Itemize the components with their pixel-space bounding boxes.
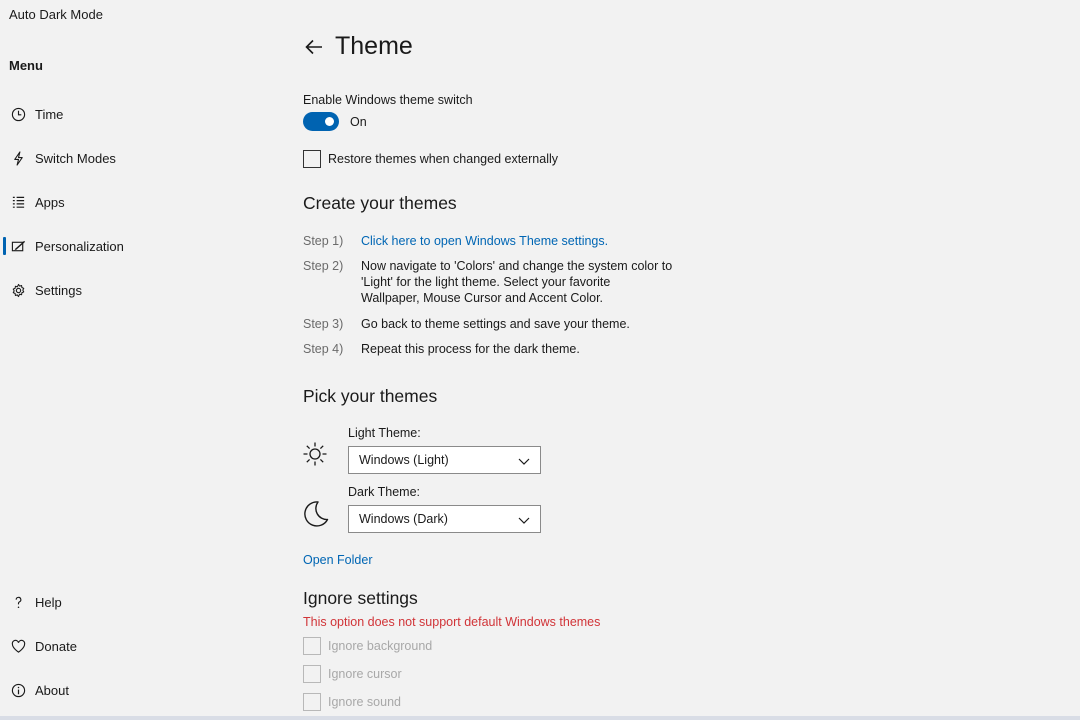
open-folder-link[interactable]: Open Folder <box>303 553 372 567</box>
info-icon <box>9 681 27 699</box>
clock-icon <box>9 105 27 123</box>
back-arrow-icon[interactable] <box>303 36 325 58</box>
ignore-cursor-label: Ignore cursor <box>328 667 402 681</box>
step-2-line: Now navigate to 'Colors' and change the … <box>361 259 673 273</box>
toggle-state-text: On <box>350 115 367 129</box>
question-icon <box>9 593 27 611</box>
step-label: Step 3) <box>303 317 344 331</box>
sidebar-item-personalization[interactable]: Personalization <box>0 228 260 264</box>
light-theme-value: Windows (Light) <box>359 453 449 467</box>
ignore-sound-label: Ignore sound <box>328 695 401 709</box>
step-4-text: Repeat this process for the dark theme. <box>361 342 580 356</box>
restore-themes-label: Restore themes when changed externally <box>328 152 558 166</box>
light-theme-label: Light Theme: <box>348 426 421 440</box>
ignore-background-label: Ignore background <box>328 639 433 653</box>
ignore-warning-text: This option does not support default Win… <box>303 615 601 629</box>
step-2-text: Now navigate to 'Colors' and change the … <box>361 258 681 306</box>
light-theme-dropdown[interactable]: Windows (Light) <box>348 446 541 474</box>
page-header: Theme <box>303 32 413 61</box>
page-title: Theme <box>335 32 413 60</box>
enable-theme-switch-label: Enable Windows theme switch <box>303 93 473 107</box>
step-2-line: 'Light' for the light theme. Select your… <box>361 275 611 289</box>
sun-icon <box>302 441 328 467</box>
chevron-down-icon <box>518 514 530 526</box>
dark-theme-dropdown[interactable]: Windows (Dark) <box>348 505 541 533</box>
heart-icon <box>9 637 27 655</box>
sidebar-item-apps[interactable]: Apps <box>0 184 260 220</box>
menu-heading: Menu <box>9 58 43 73</box>
restore-themes-checkbox[interactable] <box>303 150 321 168</box>
open-theme-settings-link[interactable]: Click here to open Windows Theme setting… <box>361 233 681 249</box>
sidebar-item-help[interactable]: Help <box>0 584 260 620</box>
sidebar-item-donate[interactable]: Donate <box>0 628 260 664</box>
list-icon <box>9 193 27 211</box>
sidebar-item-label: Donate <box>35 638 77 654</box>
ignore-sound-checkbox[interactable] <box>303 693 321 711</box>
step-label: Step 4) <box>303 342 344 356</box>
sidebar-item-switch-modes[interactable]: Switch Modes <box>0 140 260 176</box>
app-title: Auto Dark Mode <box>9 7 103 22</box>
step-2-line: Wallpaper, Mouse Cursor and Accent Color… <box>361 291 604 305</box>
create-themes-heading: Create your themes <box>303 193 457 213</box>
step-3-text: Go back to theme settings and save your … <box>361 317 630 331</box>
personalization-icon <box>9 237 27 255</box>
sidebar-item-label: Settings <box>35 282 82 298</box>
sidebar-item-about[interactable]: About <box>0 672 260 708</box>
sidebar-item-time[interactable]: Time <box>0 96 260 132</box>
sidebar-item-settings[interactable]: Settings <box>0 272 260 308</box>
dark-theme-value: Windows (Dark) <box>359 512 448 526</box>
theme-switch-toggle[interactable] <box>303 112 339 131</box>
chevron-down-icon <box>518 455 530 467</box>
ignore-cursor-checkbox[interactable] <box>303 665 321 683</box>
moon-icon <box>302 500 330 528</box>
window-bottom-edge <box>0 716 1080 720</box>
pick-themes-heading: Pick your themes <box>303 386 438 406</box>
lightning-icon <box>9 149 27 167</box>
sidebar-item-label: Apps <box>35 194 65 210</box>
sidebar-item-label: Help <box>35 594 62 610</box>
step-label: Step 2) <box>303 259 344 273</box>
sidebar-item-label: Personalization <box>35 238 124 254</box>
sidebar-item-label: About <box>35 682 69 698</box>
ignore-settings-heading: Ignore settings <box>303 588 418 608</box>
ignore-background-checkbox[interactable] <box>303 637 321 655</box>
gear-icon <box>9 281 27 299</box>
sidebar-item-label: Switch Modes <box>35 150 116 166</box>
sidebar-item-label: Time <box>35 106 64 122</box>
step-label: Step 1) <box>303 234 344 248</box>
dark-theme-label: Dark Theme: <box>348 485 421 499</box>
